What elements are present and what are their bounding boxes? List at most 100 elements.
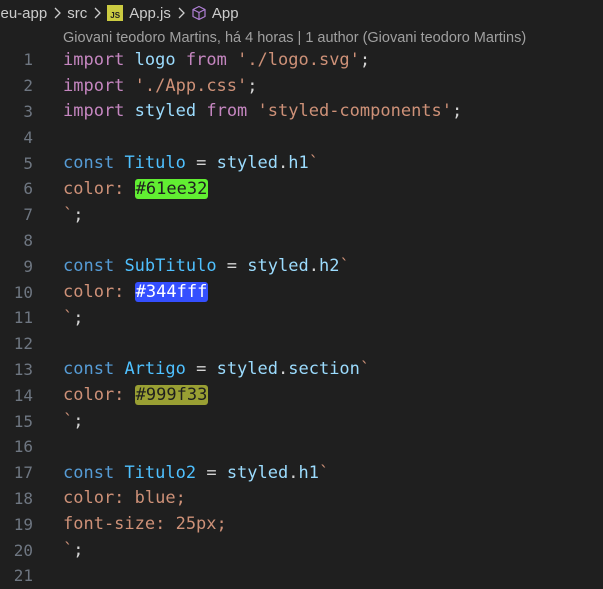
color-swatch: #61ee32 bbox=[134, 178, 209, 199]
code-line[interactable]: 1 import logo from './logo.svg'; bbox=[0, 47, 603, 73]
code-token: styled bbox=[247, 256, 309, 277]
code-token: h1 bbox=[298, 462, 319, 483]
code-editor[interactable]: 1 import logo from './logo.svg'; 2 import '… bbox=[0, 47, 603, 589]
code-line[interactable]: 4 bbox=[0, 124, 603, 150]
breadcrumb: meu-app src JS App.js App bbox=[0, 0, 603, 26]
breadcrumb-item-symbol[interactable]: App bbox=[191, 5, 239, 22]
chevron-right-icon bbox=[94, 7, 102, 19]
line-number: 2 bbox=[23, 76, 33, 96]
line-number: 19 bbox=[13, 514, 33, 534]
code-line[interactable]: 16 bbox=[0, 434, 603, 460]
code-line[interactable]: 11 `; bbox=[0, 305, 603, 331]
code-line[interactable]: 5 const Titulo = styled.h1` bbox=[0, 150, 603, 176]
breadcrumb-src-label: src bbox=[67, 4, 88, 22]
line-content: const Titulo2 = styled.h1` bbox=[63, 463, 329, 483]
line-number: 9 bbox=[23, 256, 33, 276]
color-swatch: #999f33 bbox=[134, 385, 209, 406]
code-token: ; bbox=[247, 75, 258, 96]
code-line[interactable]: 2 import './App.css'; bbox=[0, 73, 603, 99]
line-content: import logo from './logo.svg'; bbox=[63, 50, 370, 70]
code-token: ` bbox=[63, 540, 74, 561]
code-token: ` bbox=[63, 411, 74, 432]
code-token: h2 bbox=[318, 256, 340, 277]
code-token: . bbox=[308, 256, 319, 277]
line-content: `; bbox=[63, 308, 84, 328]
code-line[interactable]: 21 bbox=[0, 563, 603, 589]
line-number: 7 bbox=[23, 205, 33, 225]
code-token: './logo.svg' bbox=[237, 49, 360, 70]
code-token: ; bbox=[73, 204, 84, 225]
code-token: import bbox=[63, 75, 125, 96]
code-line[interactable]: 19 font-size: 25px; bbox=[0, 511, 603, 537]
line-number: 15 bbox=[13, 411, 33, 431]
breadcrumb-item-src[interactable]: src bbox=[67, 5, 87, 22]
line-content: const SubTitulo = styled.h2` bbox=[63, 256, 350, 276]
code-token: h1 bbox=[288, 153, 309, 174]
line-content: `; bbox=[63, 205, 84, 225]
code-line[interactable]: 3 import styled from 'styled-components'; bbox=[0, 99, 603, 125]
code-line[interactable]: 13 const Artigo = styled.section` bbox=[0, 357, 603, 383]
code-token: const bbox=[63, 462, 115, 483]
code-token: ` bbox=[63, 204, 74, 225]
line-number: 8 bbox=[23, 230, 33, 250]
line-content: import './App.css'; bbox=[63, 76, 258, 96]
breadcrumb-item-folder[interactable]: meu-app bbox=[0, 5, 47, 22]
code-line[interactable]: 17 const Titulo2 = styled.h1` bbox=[0, 460, 603, 486]
breadcrumb-folder-label: meu-app bbox=[0, 4, 48, 22]
code-line[interactable]: 12 bbox=[0, 331, 603, 357]
code-line[interactable]: 10 color: #344fff bbox=[0, 279, 603, 305]
line-number: 17 bbox=[13, 463, 33, 483]
code-token: . bbox=[278, 153, 289, 174]
code-token: from bbox=[185, 49, 227, 70]
code-token: font-size: 25px; bbox=[63, 514, 227, 535]
code-line[interactable]: 18 color: blue; bbox=[0, 486, 603, 512]
code-token: ; bbox=[73, 411, 84, 432]
line-number: 16 bbox=[13, 437, 33, 457]
code-line[interactable]: 14 color: #999f33 bbox=[0, 382, 603, 408]
code-line[interactable]: 20 `; bbox=[0, 537, 603, 563]
code-token: color: bbox=[63, 178, 135, 199]
line-number: 18 bbox=[13, 488, 33, 508]
line-content: font-size: 25px; bbox=[63, 514, 227, 534]
line-content: `; bbox=[63, 411, 84, 431]
code-line[interactable]: 7 `; bbox=[0, 202, 603, 228]
line-number: 14 bbox=[13, 385, 33, 405]
code-line[interactable]: 15 `; bbox=[0, 408, 603, 434]
code-token: SubTitulo bbox=[124, 256, 217, 277]
line-number: 6 bbox=[23, 179, 33, 199]
chevron-right-icon bbox=[178, 7, 185, 19]
code-token: ; bbox=[359, 49, 371, 70]
breadcrumb-item-file[interactable]: JS App.js bbox=[107, 5, 171, 22]
code-token: = bbox=[216, 256, 248, 277]
code-token: Titulo2 bbox=[124, 462, 197, 483]
code-token: = bbox=[196, 462, 227, 483]
line-number: 13 bbox=[13, 359, 33, 379]
code-token: logo bbox=[134, 49, 176, 70]
code-line[interactable]: 9 const SubTitulo = styled.h2` bbox=[0, 253, 603, 279]
line-content: color: blue; bbox=[63, 488, 186, 508]
line-number: 21 bbox=[13, 566, 33, 586]
code-token: styled bbox=[226, 462, 289, 483]
code-token: const bbox=[63, 359, 115, 380]
line-content: `; bbox=[63, 540, 84, 560]
line-content: import styled from 'styled-components'; bbox=[63, 101, 462, 121]
code-line[interactable]: 8 bbox=[0, 228, 603, 254]
code-token: import bbox=[63, 101, 125, 122]
code-token: styled bbox=[216, 153, 278, 174]
line-number: 3 bbox=[23, 101, 33, 121]
line-content: color: #999f33 bbox=[63, 385, 209, 406]
git-blame-codelens[interactable]: Giovani teodoro Martins, há 4 horas | 1 … bbox=[63, 27, 526, 49]
line-number: 20 bbox=[13, 540, 33, 560]
code-line[interactable]: 6 color: #61ee32 bbox=[0, 176, 603, 202]
code-token: const bbox=[63, 153, 115, 174]
code-token: ; bbox=[73, 307, 84, 328]
code-token: styled bbox=[134, 101, 197, 122]
line-number: 5 bbox=[23, 153, 33, 173]
